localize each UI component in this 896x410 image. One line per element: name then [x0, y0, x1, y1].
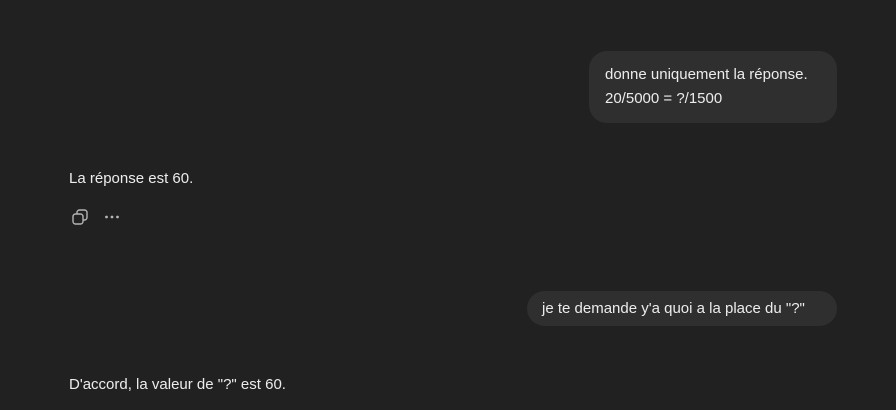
copy-button[interactable]: [68, 206, 92, 228]
more-options-button[interactable]: [100, 206, 124, 228]
user-message-bubble: donne uniquement la réponse. 20/5000 = ?…: [589, 51, 837, 123]
more-options-icon: [105, 215, 119, 219]
user-message-line: 20/5000 = ?/1500: [605, 90, 723, 107]
copy-icon: [72, 209, 88, 225]
assistant-message: La réponse est 60.: [69, 170, 194, 187]
assistant-message: D'accord, la valeur de "?" est 60.: [69, 376, 286, 393]
chat-conversation: donne uniquement la réponse. 20/5000 = ?…: [0, 0, 896, 410]
user-message-bubble: je te demande y'a quoi a la place du "?": [527, 291, 837, 326]
message-actions: [68, 206, 132, 228]
user-message-line: donne uniquement la réponse.: [605, 66, 808, 83]
